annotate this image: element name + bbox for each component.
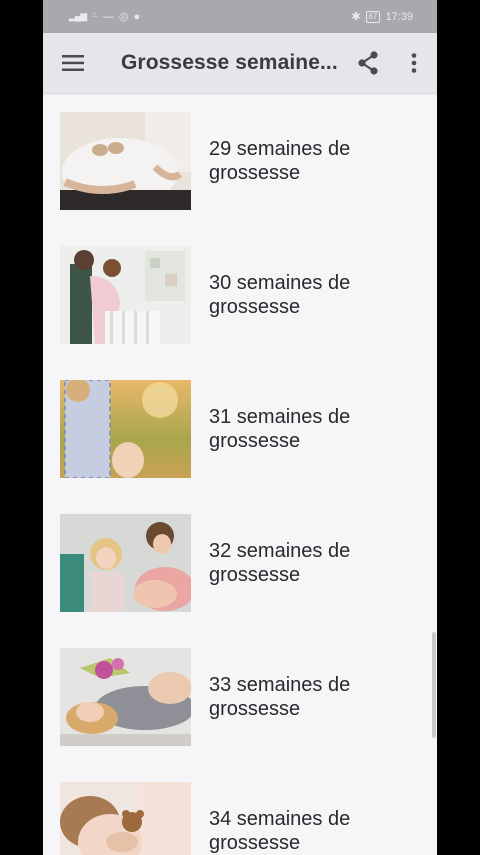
thumbnail-image bbox=[60, 112, 191, 210]
page-title: Grossesse semaine... bbox=[121, 51, 338, 74]
share-icon[interactable] bbox=[345, 33, 391, 93]
instagram-icon: ◎ bbox=[118, 11, 129, 23]
status-right-icons: ✱ 67 17:39 bbox=[351, 10, 413, 23]
item-label: 30 semaines de grossesse bbox=[209, 272, 351, 318]
battery-icon: 67 bbox=[365, 10, 381, 23]
list-item[interactable]: 32 semaines de grossesse bbox=[43, 495, 437, 629]
item-label: 32 semaines de grossesse bbox=[209, 540, 351, 586]
status-left-icons: ▂▄▆ ⍨ — ◎ ● bbox=[69, 10, 140, 23]
item-label: 34 semaines de grossesse bbox=[209, 808, 351, 854]
list-item[interactable]: 31 semaines de grossesse bbox=[43, 361, 437, 495]
thumbnail-image bbox=[60, 514, 191, 612]
list-item[interactable]: 34 semaines de grossesse bbox=[43, 763, 437, 855]
item-label: 29 semaines de grossesse bbox=[209, 138, 351, 184]
more-vertical-icon[interactable] bbox=[391, 33, 437, 93]
app-toolbar: Grossesse semaine... bbox=[43, 33, 437, 93]
scrollbar[interactable] bbox=[432, 632, 436, 738]
facebook-icon: ● bbox=[133, 10, 141, 23]
bluetooth-icon: ✱ bbox=[351, 11, 361, 23]
phone-screen: ▂▄▆ ⍨ — ◎ ● ✱ 67 17:39 Grossesse semaine… bbox=[43, 0, 437, 855]
hamburger-menu-icon[interactable] bbox=[43, 33, 103, 93]
thumbnail-image bbox=[60, 380, 191, 478]
weeks-list: 29 semaines de grossesse 30 semaines de … bbox=[43, 93, 437, 855]
minus-icon: — bbox=[102, 10, 114, 23]
item-label: 33 semaines de grossesse bbox=[209, 674, 351, 720]
list-item[interactable]: 33 semaines de grossesse bbox=[43, 629, 437, 763]
thumbnail-image bbox=[60, 782, 191, 855]
status-bar: ▂▄▆ ⍨ — ◎ ● ✱ 67 17:39 bbox=[43, 0, 437, 33]
thumbnail-image bbox=[60, 246, 191, 344]
notification-icon: ⍨ bbox=[91, 10, 98, 22]
list-item[interactable]: 30 semaines de grossesse bbox=[43, 227, 437, 361]
thumbnail-image bbox=[60, 648, 191, 746]
item-label: 31 semaines de grossesse bbox=[209, 406, 351, 452]
list-item[interactable]: 29 semaines de grossesse bbox=[43, 93, 437, 227]
clock: 17:39 bbox=[385, 10, 413, 23]
signal-icon: ▂▄▆ bbox=[69, 11, 87, 21]
